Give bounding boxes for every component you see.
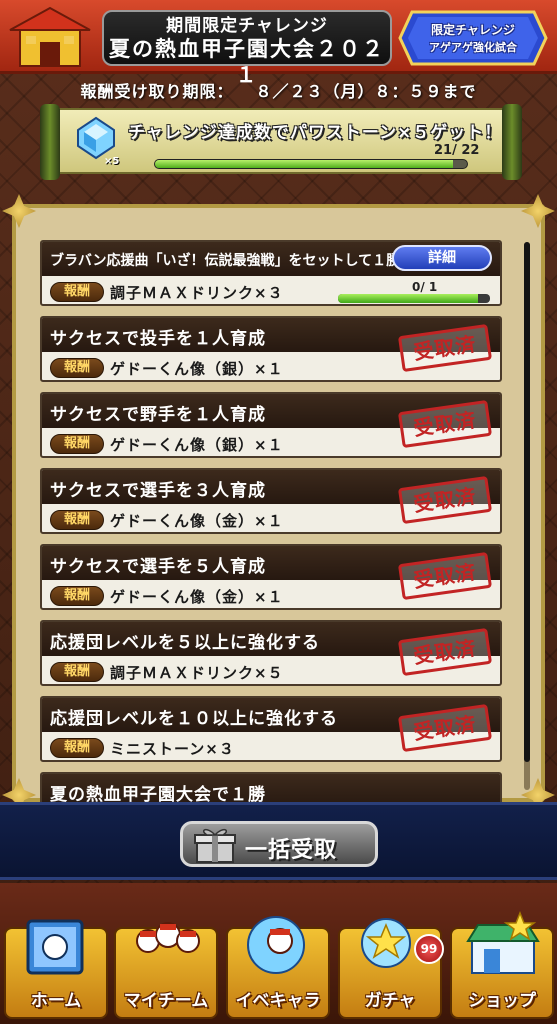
bulk-receive-label: 一括受取	[245, 838, 338, 863]
nav-my-team-label: マイチーム	[123, 991, 209, 1011]
mission-list-frame: ブラバン応援曲「いざ！伝説最強戦」をセットして１勝 詳細 報酬 調子ＭＡＸドリン…	[2, 194, 555, 812]
castle-home-icon[interactable]	[6, 4, 94, 70]
mission-item[interactable]: 応援団レベルを５以上に強化する 報酬 調子ＭＡＸドリンク×５ 受取済	[40, 620, 502, 686]
event-character-icon	[240, 911, 320, 983]
gift-box-icon	[193, 826, 237, 864]
mission-item[interactable]: サクセスで野手を１人育成 報酬 ゲドーくん像（銀）×１ 受取済	[40, 392, 502, 458]
mission-title: ブラバン応援曲「いざ！伝説最強戦」をセットして１勝	[50, 253, 401, 269]
reward-tag: 報酬	[50, 282, 104, 302]
banner-progress-fill	[155, 160, 453, 168]
nav-event-character-label: イベキャラ	[235, 991, 321, 1011]
home-icon	[18, 911, 98, 983]
mission-list[interactable]: ブラバン応援曲「いざ！伝説最強戦」をセットして１勝 詳細 報酬 調子ＭＡＸドリン…	[26, 232, 516, 802]
mission-title: サクセスで投手を１人育成	[50, 329, 266, 349]
mission-progress-text: 0/ 1	[412, 280, 438, 294]
limited-challenge-badge[interactable]: 限定チャレンジ アゲアゲ強化試合	[398, 10, 548, 66]
nav-home[interactable]: ホーム	[4, 919, 108, 1019]
page-title-line1: 期間限定チャレンジ	[166, 16, 328, 36]
power-stone-icon	[74, 116, 118, 160]
nav-home-label: ホーム	[30, 991, 82, 1011]
mission-item[interactable]: サクセスで選手を３人育成 報酬 ゲドーくん像（金）×１ 受取済	[40, 468, 502, 534]
scroll-rod-right	[502, 104, 522, 180]
page-title: 期間限定チャレンジ 夏の熱血甲子園大会２０２１	[102, 10, 392, 87]
mission-reward: ミニストーン×３	[110, 740, 235, 758]
mission-reward: 調子ＭＡＸドリンク×５	[110, 664, 284, 682]
mission-item[interactable]: サクセスで投手を１人育成 報酬 ゲドーくん像（銀）×１ 受取済	[40, 316, 502, 382]
reward-tag: 報酬	[50, 738, 104, 758]
nav-event-character[interactable]: イベキャラ	[226, 916, 330, 1019]
mission-title: 夏の熱血甲子園大会で１勝	[50, 785, 266, 802]
nav-shop[interactable]: ショップ	[450, 910, 554, 1019]
mission-title: 応援団レベルを５以上に強化する	[50, 633, 320, 653]
banner-text: チャレンジ達成数でパワストーン×５ゲット！	[128, 123, 503, 143]
nav-gacha-label: ガチャ	[364, 991, 416, 1011]
mission-title: サクセスで野手を１人育成	[50, 405, 266, 425]
banner-progress-bar	[154, 159, 468, 169]
reward-tag: 報酬	[50, 662, 104, 682]
challenge-banner: ×5 チャレンジ達成数でパワストーン×５ゲット！ 21/ 22	[36, 104, 526, 180]
bottom-nav: ホーム マイチーム イベキャラ ガチャ ショップ	[0, 883, 557, 1024]
reward-deadline: 報酬受け取り期限： ８／２３（月）８：５９まで	[0, 78, 557, 102]
mission-item[interactable]: サクセスで選手を５人育成 報酬 ゲドーくん像（金）×１ 受取済	[40, 544, 502, 610]
mission-item[interactable]: 応援団レベルを１０以上に強化する 報酬 ミニストーン×３ 受取済	[40, 696, 502, 762]
badge-line1: 限定チャレンジ	[431, 23, 515, 37]
reward-tag: 報酬	[50, 358, 104, 378]
deadline-label: 報酬受け取り期限：	[80, 82, 234, 101]
mission-title: サクセスで選手を５人育成	[50, 557, 266, 577]
banner-progress-text: 21/ 22	[434, 143, 480, 158]
mission-reward: ゲドーくん像（金）×１	[110, 588, 284, 606]
team-icon	[128, 911, 208, 983]
mission-reward: 調子ＭＡＸドリンク×３	[110, 284, 284, 302]
list-scrollbar-thumb[interactable]	[524, 242, 530, 762]
deadline-value: ８／２３（月）８：５９まで	[255, 82, 477, 101]
bulk-receive-button[interactable]: 一括受取	[180, 821, 378, 867]
list-scrollbar[interactable]	[524, 242, 530, 790]
detail-button[interactable]: 詳細	[392, 245, 492, 271]
mission-title: サクセスで選手を３人育成	[50, 481, 266, 501]
bulk-receive-area: 一括受取	[0, 802, 557, 880]
gem-count: ×5	[104, 156, 120, 167]
mission-reward: ゲドーくん像（金）×１	[110, 512, 284, 530]
reward-tag: 報酬	[50, 510, 104, 530]
mission-reward: ゲドーくん像（銀）×１	[110, 360, 284, 378]
badge-line2: アゲアゲ強化試合	[429, 41, 517, 54]
header: 期間限定チャレンジ 夏の熱血甲子園大会２０２１ 限定チャレンジ アゲアゲ強化試合	[0, 0, 557, 87]
mission-title: 応援団レベルを１０以上に強化する	[50, 709, 338, 729]
reward-tag: 報酬	[50, 586, 104, 606]
mission-progress-bar	[338, 294, 490, 303]
nav-my-team[interactable]: マイチーム	[114, 922, 218, 1019]
shop-icon	[464, 910, 544, 983]
reward-tag: 報酬	[50, 434, 104, 454]
mission-reward: ゲドーくん像（銀）×１	[110, 436, 284, 454]
scroll-rod-left	[40, 104, 60, 180]
mission-item[interactable]: 夏の熱血甲子園大会で１勝	[40, 772, 502, 802]
mission-progress-fill	[338, 294, 478, 303]
nav-shop-label: ショップ	[468, 991, 536, 1011]
gacha-count-badge: 99	[414, 934, 444, 964]
mission-item[interactable]: ブラバン応援曲「いざ！伝説最強戦」をセットして１勝 詳細 報酬 調子ＭＡＸドリン…	[40, 240, 502, 306]
